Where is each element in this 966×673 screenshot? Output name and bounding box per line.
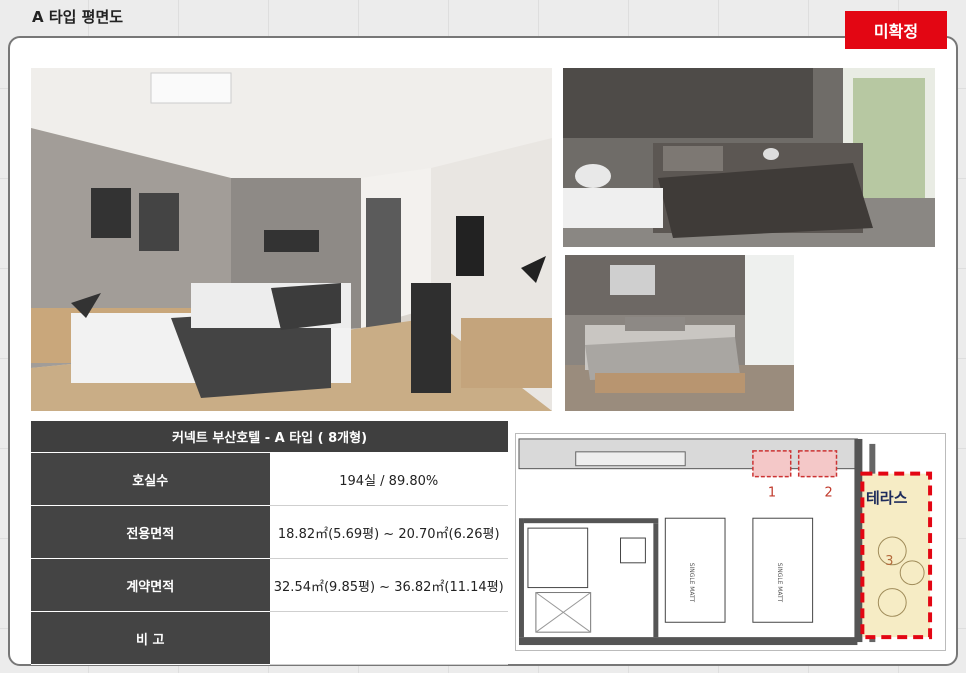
table-row: 계약면적 32.54㎡(9.85평) ~ 36.82㎡(11.14평) (31, 558, 508, 612)
row-label: 전용면적 (31, 505, 270, 559)
marker-2: 2 (825, 485, 833, 500)
marker-3: 3 (885, 554, 893, 569)
row-value: 194실 / 89.80% (269, 452, 508, 506)
row-label: 호실수 (31, 452, 270, 506)
row-label: 계약면적 (31, 558, 270, 612)
page-title: A 타입 평면도 (32, 8, 124, 26)
spec-table-title: 커넥트 부산호텔 - A 타입 ( 8개형) (31, 421, 508, 453)
room-photo-bottom (565, 255, 794, 411)
row-value: 18.82㎡(5.69평) ~ 20.70㎡(6.26평) (269, 505, 508, 559)
bed-label: SINGLE MATT (688, 563, 695, 603)
floor-plan: SINGLE MATT SINGLE MATT 1 2 3 (515, 433, 946, 651)
terrace-label: 테라스 (866, 489, 908, 507)
table-row: 호실수 194실 / 89.80% (31, 452, 508, 506)
room-photo-top-right (563, 68, 935, 247)
row-label: 비 고 (31, 611, 270, 665)
table-row: 비 고 (31, 611, 508, 665)
marker-1: 1 (768, 485, 776, 500)
row-value (269, 611, 508, 665)
table-row: 전용면적 18.82㎡(5.69평) ~ 20.70㎡(6.26평) (31, 505, 508, 559)
spec-table: 커넥트 부산호텔 - A 타입 ( 8개형) 호실수 194실 / 89.80%… (31, 421, 508, 665)
room-photo-main (31, 68, 552, 411)
bed-label: SINGLE MATT (776, 563, 783, 603)
status-badge: 미확정 (845, 11, 947, 49)
row-value: 32.54㎡(9.85평) ~ 36.82㎡(11.14평) (269, 558, 508, 612)
